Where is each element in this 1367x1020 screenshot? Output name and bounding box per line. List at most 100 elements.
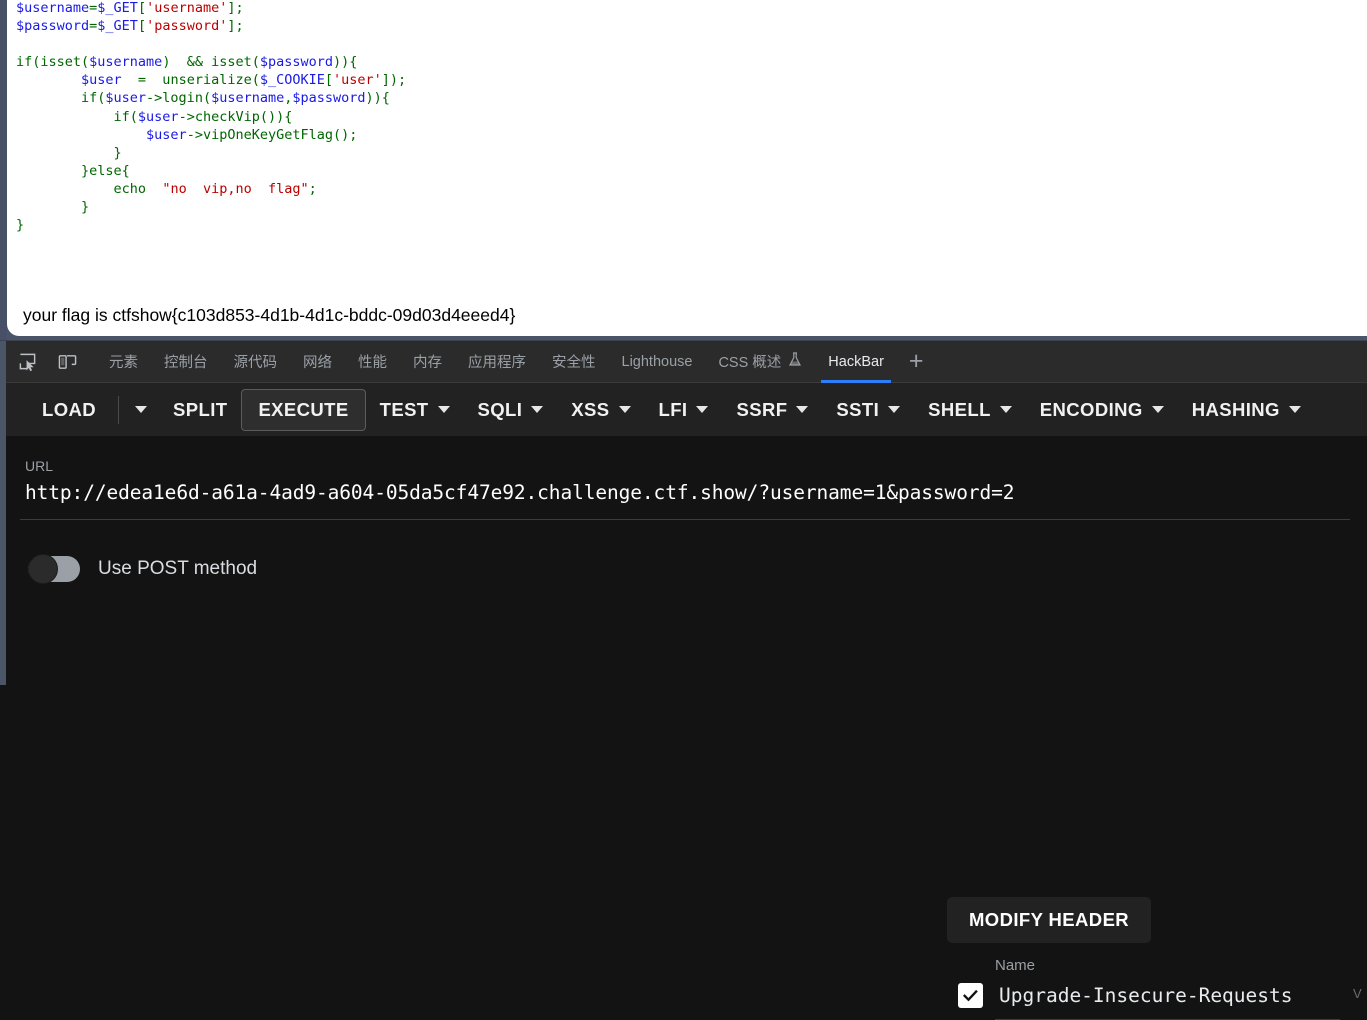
- code-token: $_GET: [97, 18, 138, 35]
- code-token: ];: [227, 18, 244, 35]
- flag-output-text: your flag is ctfshow{c103d853-4d1b-4d1c-…: [23, 305, 516, 325]
- code-token: }: [16, 199, 90, 216]
- page-content: $username=$_GET['username']; $password=$…: [7, 0, 1367, 336]
- devtools-tab-label: 源代码: [233, 355, 278, 371]
- viewport-left-edge: [0, 0, 7, 340]
- code-token: ->login(: [146, 90, 212, 107]
- hackbar-button-ssrf[interactable]: SSRF: [722, 390, 822, 430]
- header-value-column-label: V: [1353, 986, 1362, 1001]
- devtools-tab-10[interactable]: HackBar: [815, 341, 897, 383]
- code-token: [: [324, 72, 334, 89]
- code-token: $_GET: [97, 0, 138, 16]
- devtools-tab-8[interactable]: Lighthouse: [609, 341, 706, 383]
- hackbar-button-split[interactable]: SPLIT: [159, 390, 241, 430]
- chevron-down-icon: [696, 406, 709, 413]
- devtools-tab-2[interactable]: 源代码: [221, 341, 291, 383]
- hackbar-button-sqli[interactable]: SQLI: [464, 390, 558, 430]
- devtools-tab-label: 元素: [109, 355, 138, 371]
- code-token: if(: [16, 90, 106, 107]
- hackbar-button-label: SPLIT: [173, 398, 228, 420]
- hackbar-button-load[interactable]: LOAD: [28, 390, 110, 430]
- code-token: ];: [227, 0, 244, 16]
- chevron-down-icon: [135, 406, 148, 413]
- code-token: $user: [146, 126, 187, 143]
- hackbar-load-dropdown-button[interactable]: [123, 398, 159, 421]
- devtools-tab-1[interactable]: 控制台: [151, 341, 221, 383]
- code-token: ]);: [381, 72, 407, 89]
- devtools-tab-5[interactable]: 内存: [400, 341, 455, 383]
- header-enabled-checkbox[interactable]: [958, 983, 983, 1008]
- modify-header-button[interactable]: MODIFY HEADER: [947, 897, 1152, 943]
- hackbar-button-xss[interactable]: XSS: [557, 390, 644, 430]
- devtools-tab-9[interactable]: CSS 概述: [705, 341, 815, 383]
- code-token: ->vipOneKeyGetFlag();: [186, 126, 358, 143]
- hackbar-button-hashing[interactable]: HASHING: [1178, 390, 1315, 430]
- hackbar-body: URL http://edea1e6d-a61a-4ad9-a604-05da5…: [6, 436, 1367, 685]
- hackbar-button-test[interactable]: TEST: [366, 390, 464, 430]
- use-post-method-row: Use POST method: [28, 554, 258, 584]
- hackbar-button-label: LFI: [658, 398, 688, 420]
- hackbar-button-execute[interactable]: EXECUTE: [241, 388, 366, 431]
- devtools-tab-3[interactable]: 网络: [290, 341, 345, 383]
- code-token: $password: [259, 54, 334, 71]
- hackbar-button-shell[interactable]: SHELL: [914, 390, 1026, 430]
- devtools-panel: 元素 控制台 源代码 网络 性能 内存 应用程序 安全性 Lighthouse CSS 概述 Hac…: [0, 340, 1367, 1020]
- url-input-underline: [20, 519, 1350, 520]
- code-token: 'username': [146, 0, 228, 16]
- chevron-down-icon: [796, 406, 809, 413]
- devtools-tab-label: HackBar: [828, 353, 884, 370]
- hackbar-button-label: SSTI: [836, 398, 880, 420]
- header-name-input[interactable]: Upgrade-Insecure-Requests: [999, 984, 1293, 1007]
- hackbar-toolbar: LOAD SPLIT EXECUTE TEST SQLI XSS LFI SSRF SSTI SH…: [6, 383, 1367, 436]
- add-panel-button[interactable]: +: [897, 341, 936, 383]
- inspect-element-icon[interactable]: [10, 345, 44, 379]
- hackbar-button-label: TEST: [379, 398, 429, 420]
- browser-viewport: $username=$_GET['username']; $password=$…: [0, 0, 1367, 340]
- devtools-tab-label: 性能: [358, 355, 387, 371]
- chevron-down-icon: [1288, 406, 1301, 413]
- toolbar-separator: [118, 395, 120, 424]
- devtools-tab-4[interactable]: 性能: [345, 341, 400, 383]
- chevron-down-icon: [888, 406, 901, 413]
- chevron-down-icon: [618, 406, 631, 413]
- devtools-tab-label: 应用程序: [468, 355, 526, 371]
- code-token: $user: [137, 108, 179, 125]
- devtools-tab-label: 控制台: [164, 355, 208, 371]
- hackbar-button-label: LOAD: [42, 398, 97, 420]
- devtools-tab-6[interactable]: 应用程序: [455, 341, 539, 383]
- code-token: $username: [16, 0, 90, 16]
- hackbar-button-label: SHELL: [928, 398, 991, 420]
- code-token: [: [137, 0, 147, 16]
- code-token: echo: [16, 180, 163, 197]
- php-source-code: $username=$_GET['username']; $password=$…: [16, 0, 406, 234]
- experiment-flask-icon: [788, 352, 802, 371]
- hackbar-button-label: ENCODING: [1039, 398, 1143, 420]
- devtools-tabbar: 元素 控制台 源代码 网络 性能 内存 应用程序 安全性 Lighthouse CSS 概述 Hac…: [0, 341, 1367, 383]
- code-token: $user: [105, 90, 147, 107]
- hackbar-button-lfi[interactable]: LFI: [645, 390, 723, 430]
- code-token: "no vip,no flag": [162, 180, 309, 197]
- code-token: if(: [16, 108, 138, 125]
- use-post-method-label: Use POST method: [98, 558, 258, 579]
- use-post-method-toggle[interactable]: [28, 554, 80, 584]
- hackbar-button-label: SQLI: [477, 398, 523, 420]
- device-toolbar-icon[interactable]: [50, 345, 84, 379]
- hackbar-button-ssti[interactable]: SSTI: [822, 390, 914, 430]
- hackbar-button-encoding[interactable]: ENCODING: [1026, 390, 1178, 430]
- devtools-tab-0[interactable]: 元素: [96, 341, 151, 383]
- code-token: $password: [292, 90, 366, 107]
- code-token: ) && isset(: [162, 54, 260, 71]
- code-token: 'user': [333, 72, 382, 89]
- chevron-down-icon: [531, 406, 544, 413]
- code-token: = unserialize(: [121, 72, 260, 89]
- code-token: ;: [308, 180, 317, 197]
- code-token: $username: [211, 90, 285, 107]
- code-token: 'password': [146, 18, 228, 35]
- toggle-knob: [28, 554, 58, 584]
- code-token: )){: [333, 54, 358, 71]
- devtools-tab-label: 网络: [303, 355, 332, 371]
- devtools-tab-7[interactable]: 安全性: [539, 341, 609, 383]
- url-input[interactable]: http://edea1e6d-a61a-4ad9-a604-05da5cf47…: [25, 481, 1015, 504]
